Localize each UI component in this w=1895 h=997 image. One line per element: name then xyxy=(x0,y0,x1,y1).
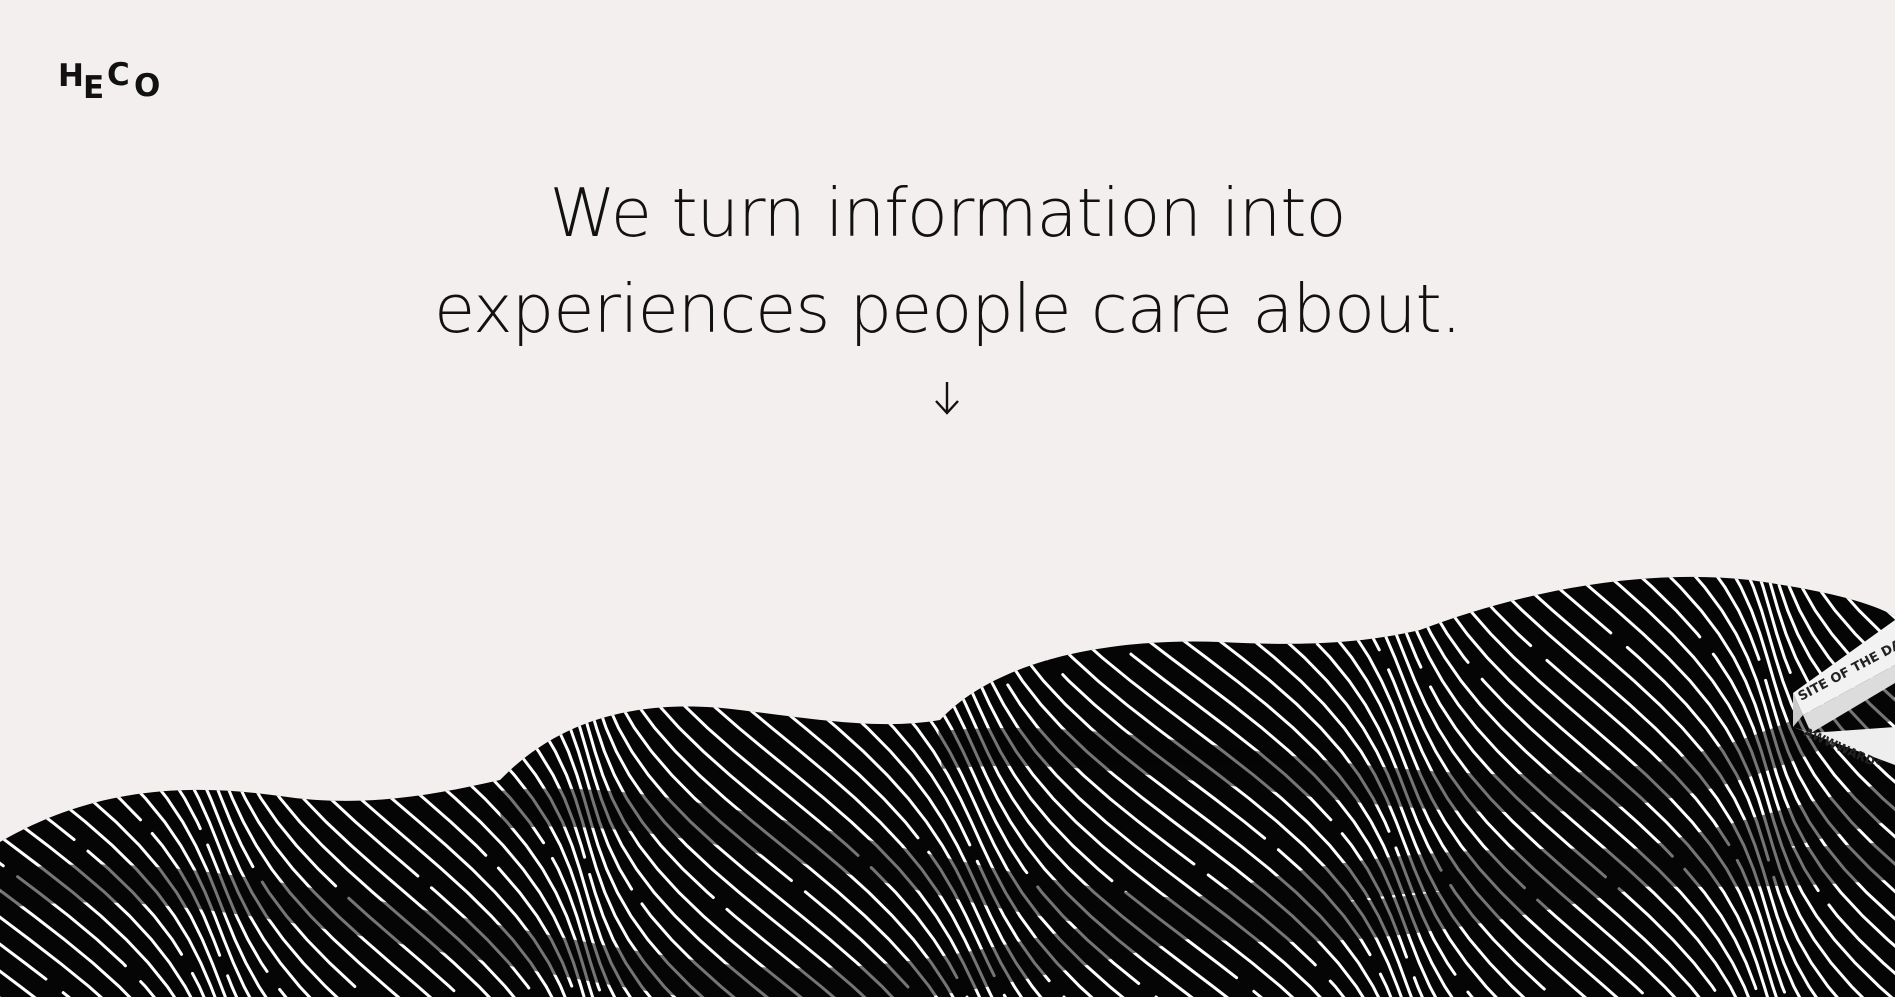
down-arrow-icon xyxy=(935,382,959,415)
logo-letter-o: O xyxy=(134,68,161,104)
wave-terrain-graphic xyxy=(0,576,1895,997)
logo-letter-c: C xyxy=(107,57,130,93)
hero-headline: We turn information into experiences peo… xyxy=(0,165,1895,357)
hero-line-2: experiences people care about. xyxy=(433,270,1462,348)
hero-line-1: We turn information into xyxy=(549,174,1346,252)
logo-letter-e: E xyxy=(83,70,105,106)
page: H E C O We turn information into experie… xyxy=(0,0,1895,997)
logo-letter-h: H xyxy=(58,58,84,94)
logo[interactable]: H E C O xyxy=(58,57,168,106)
awwwards-site-of-the-day-ribbon[interactable]: SITE OF THE DAY AWWWARDS xyxy=(1785,615,1895,772)
scroll-down-button[interactable] xyxy=(930,376,964,420)
award-ribbon-icon: SITE OF THE DAY AWWWARDS xyxy=(1793,620,1895,772)
